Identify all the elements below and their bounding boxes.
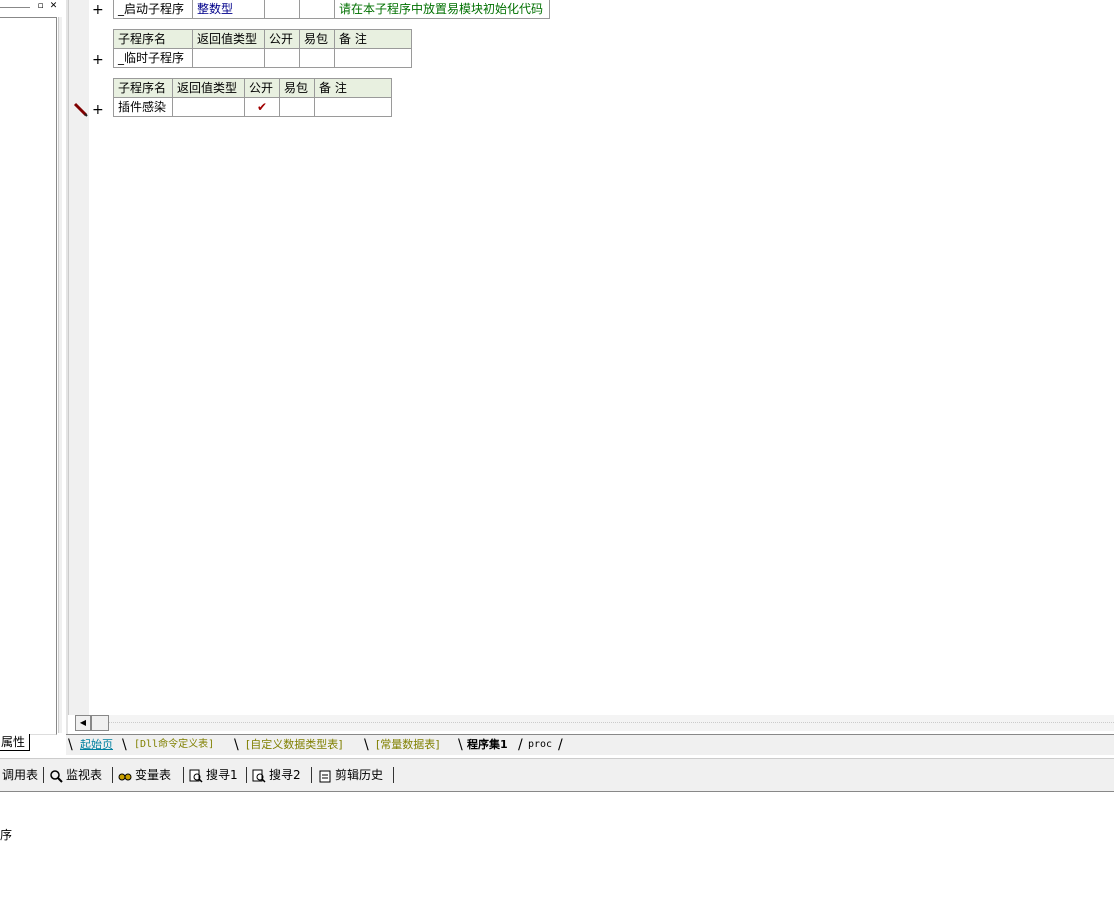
output-pane[interactable]: 序 <box>0 792 1114 915</box>
close-icon[interactable]: ✕ <box>48 1 59 12</box>
header-epackage: 易包 <box>299 29 335 49</box>
bottom-toolbar: 调用表 监视表 变量表 搜寻1 搜寻2 剪辑历史 <box>0 758 1114 793</box>
tab-custom-types[interactable]: [自定义数据类型表] <box>246 737 343 753</box>
left-tree-view[interactable] <box>0 17 57 735</box>
header-public: 公开 <box>244 78 280 98</box>
scroll-track <box>109 722 1114 723</box>
search-2-label: 搜寻2 <box>269 768 301 782</box>
tab-assembly-1[interactable]: 程序集1 <box>467 737 508 753</box>
tab-clip-history[interactable]: 剪辑历史 <box>318 767 383 783</box>
public-cell[interactable] <box>264 0 300 19</box>
epackage-cell[interactable] <box>279 97 315 117</box>
pencil-icon <box>73 102 88 117</box>
variable-table-label: 变量表 <box>135 768 172 782</box>
header-public: 公开 <box>264 29 300 49</box>
tab-search-1[interactable]: 搜寻1 <box>189 767 238 783</box>
epackage-cell[interactable] <box>299 0 335 19</box>
clip-history-label: 剪辑历史 <box>335 768 384 782</box>
document-tab-strip: \ 起始页 \ [Dll命令定义表] \ [自定义数据类型表] \ [常量数据表… <box>66 734 1114 755</box>
expand-icon[interactable]: + <box>92 3 104 17</box>
public-checkmark-icon[interactable]: ✔ <box>244 97 280 117</box>
left-panel-splitter[interactable] <box>58 17 62 733</box>
epackage-cell[interactable] <box>299 48 335 68</box>
header-subroutine-name: 子程序名 <box>113 78 173 98</box>
return-type-cell[interactable]: 整数型 <box>192 0 265 19</box>
tab-constants[interactable]: [常量数据表] <box>376 737 440 753</box>
tab-dll-commands[interactable]: [Dll命令定义表] <box>134 737 214 753</box>
subroutine-table-2: 子程序名 返回值类型 公开 易包 备 注 _临时子程序 <box>113 29 412 68</box>
tab-start-page[interactable]: 起始页 <box>80 737 113 753</box>
header-epackage: 易包 <box>279 78 315 98</box>
remark-cell[interactable] <box>314 97 392 117</box>
header-remark: 备 注 <box>334 29 412 49</box>
table-row: _临时子程序 <box>113 48 412 68</box>
search-doc-icon <box>252 769 266 783</box>
left-panel-titlebar: ▫ ✕ <box>0 0 62 15</box>
watch-table-label: 监视表 <box>66 768 103 782</box>
table-header-row: 子程序名 返回值类型 公开 易包 备 注 <box>113 78 392 98</box>
search-doc-icon <box>189 769 203 783</box>
table-row: 插件感染 ✔ <box>113 97 392 117</box>
tab-search-2[interactable]: 搜寻2 <box>252 767 301 783</box>
header-remark: 备 注 <box>314 78 392 98</box>
binoculars-icon <box>118 773 132 780</box>
public-cell[interactable] <box>264 48 300 68</box>
expand-icon[interactable]: + <box>92 103 104 117</box>
tab-properties[interactable]: 属性 <box>0 734 30 751</box>
header-return-type: 返回值类型 <box>192 29 265 49</box>
table-header-row: 子程序名 返回值类型 公开 易包 备 注 <box>113 29 412 49</box>
subroutine-table-1: _启动子程序 整数型 请在本子程序中放置易模块初始化代码 <box>113 0 550 19</box>
subroutine-name-cell[interactable]: _启动子程序 <box>113 0 193 19</box>
subroutine-table-3: 子程序名 返回值类型 公开 易包 备 注 插件感染 ✔ <box>113 78 392 117</box>
remark-cell[interactable] <box>334 48 412 68</box>
scroll-left-arrow-icon[interactable]: ◀ <box>75 715 91 731</box>
tab-call-table[interactable]: 调用表 <box>2 767 38 783</box>
header-subroutine-name: 子程序名 <box>113 29 193 49</box>
output-text: 序 <box>0 828 13 842</box>
clipboard-icon <box>319 770 331 782</box>
magnifier-icon <box>50 769 63 783</box>
tab-proc[interactable]: proc <box>528 737 552 753</box>
tab-variable-table[interactable]: 变量表 <box>118 767 171 783</box>
horizontal-scrollbar[interactable]: ◀ <box>75 715 1114 731</box>
expand-icon[interactable]: + <box>92 53 104 67</box>
header-return-type: 返回值类型 <box>172 78 245 98</box>
return-type-cell[interactable] <box>172 97 245 117</box>
search-1-label: 搜寻1 <box>206 768 238 782</box>
restore-icon[interactable]: ▫ <box>35 1 46 12</box>
table-row: _启动子程序 整数型 请在本子程序中放置易模块初始化代码 <box>113 0 550 19</box>
subroutine-name-cell[interactable]: _临时子程序 <box>113 48 193 68</box>
scroll-thumb[interactable] <box>91 715 109 731</box>
call-table-label: 调用表 <box>2 768 39 782</box>
remark-cell[interactable]: 请在本子程序中放置易模块初始化代码 <box>334 0 550 19</box>
left-panel: ▫ ✕ 属性 <box>0 0 66 755</box>
subroutine-name-cell[interactable]: 插件感染 <box>113 97 173 117</box>
tab-watch-table[interactable]: 监视表 <box>49 767 102 783</box>
return-type-cell[interactable] <box>192 48 265 68</box>
